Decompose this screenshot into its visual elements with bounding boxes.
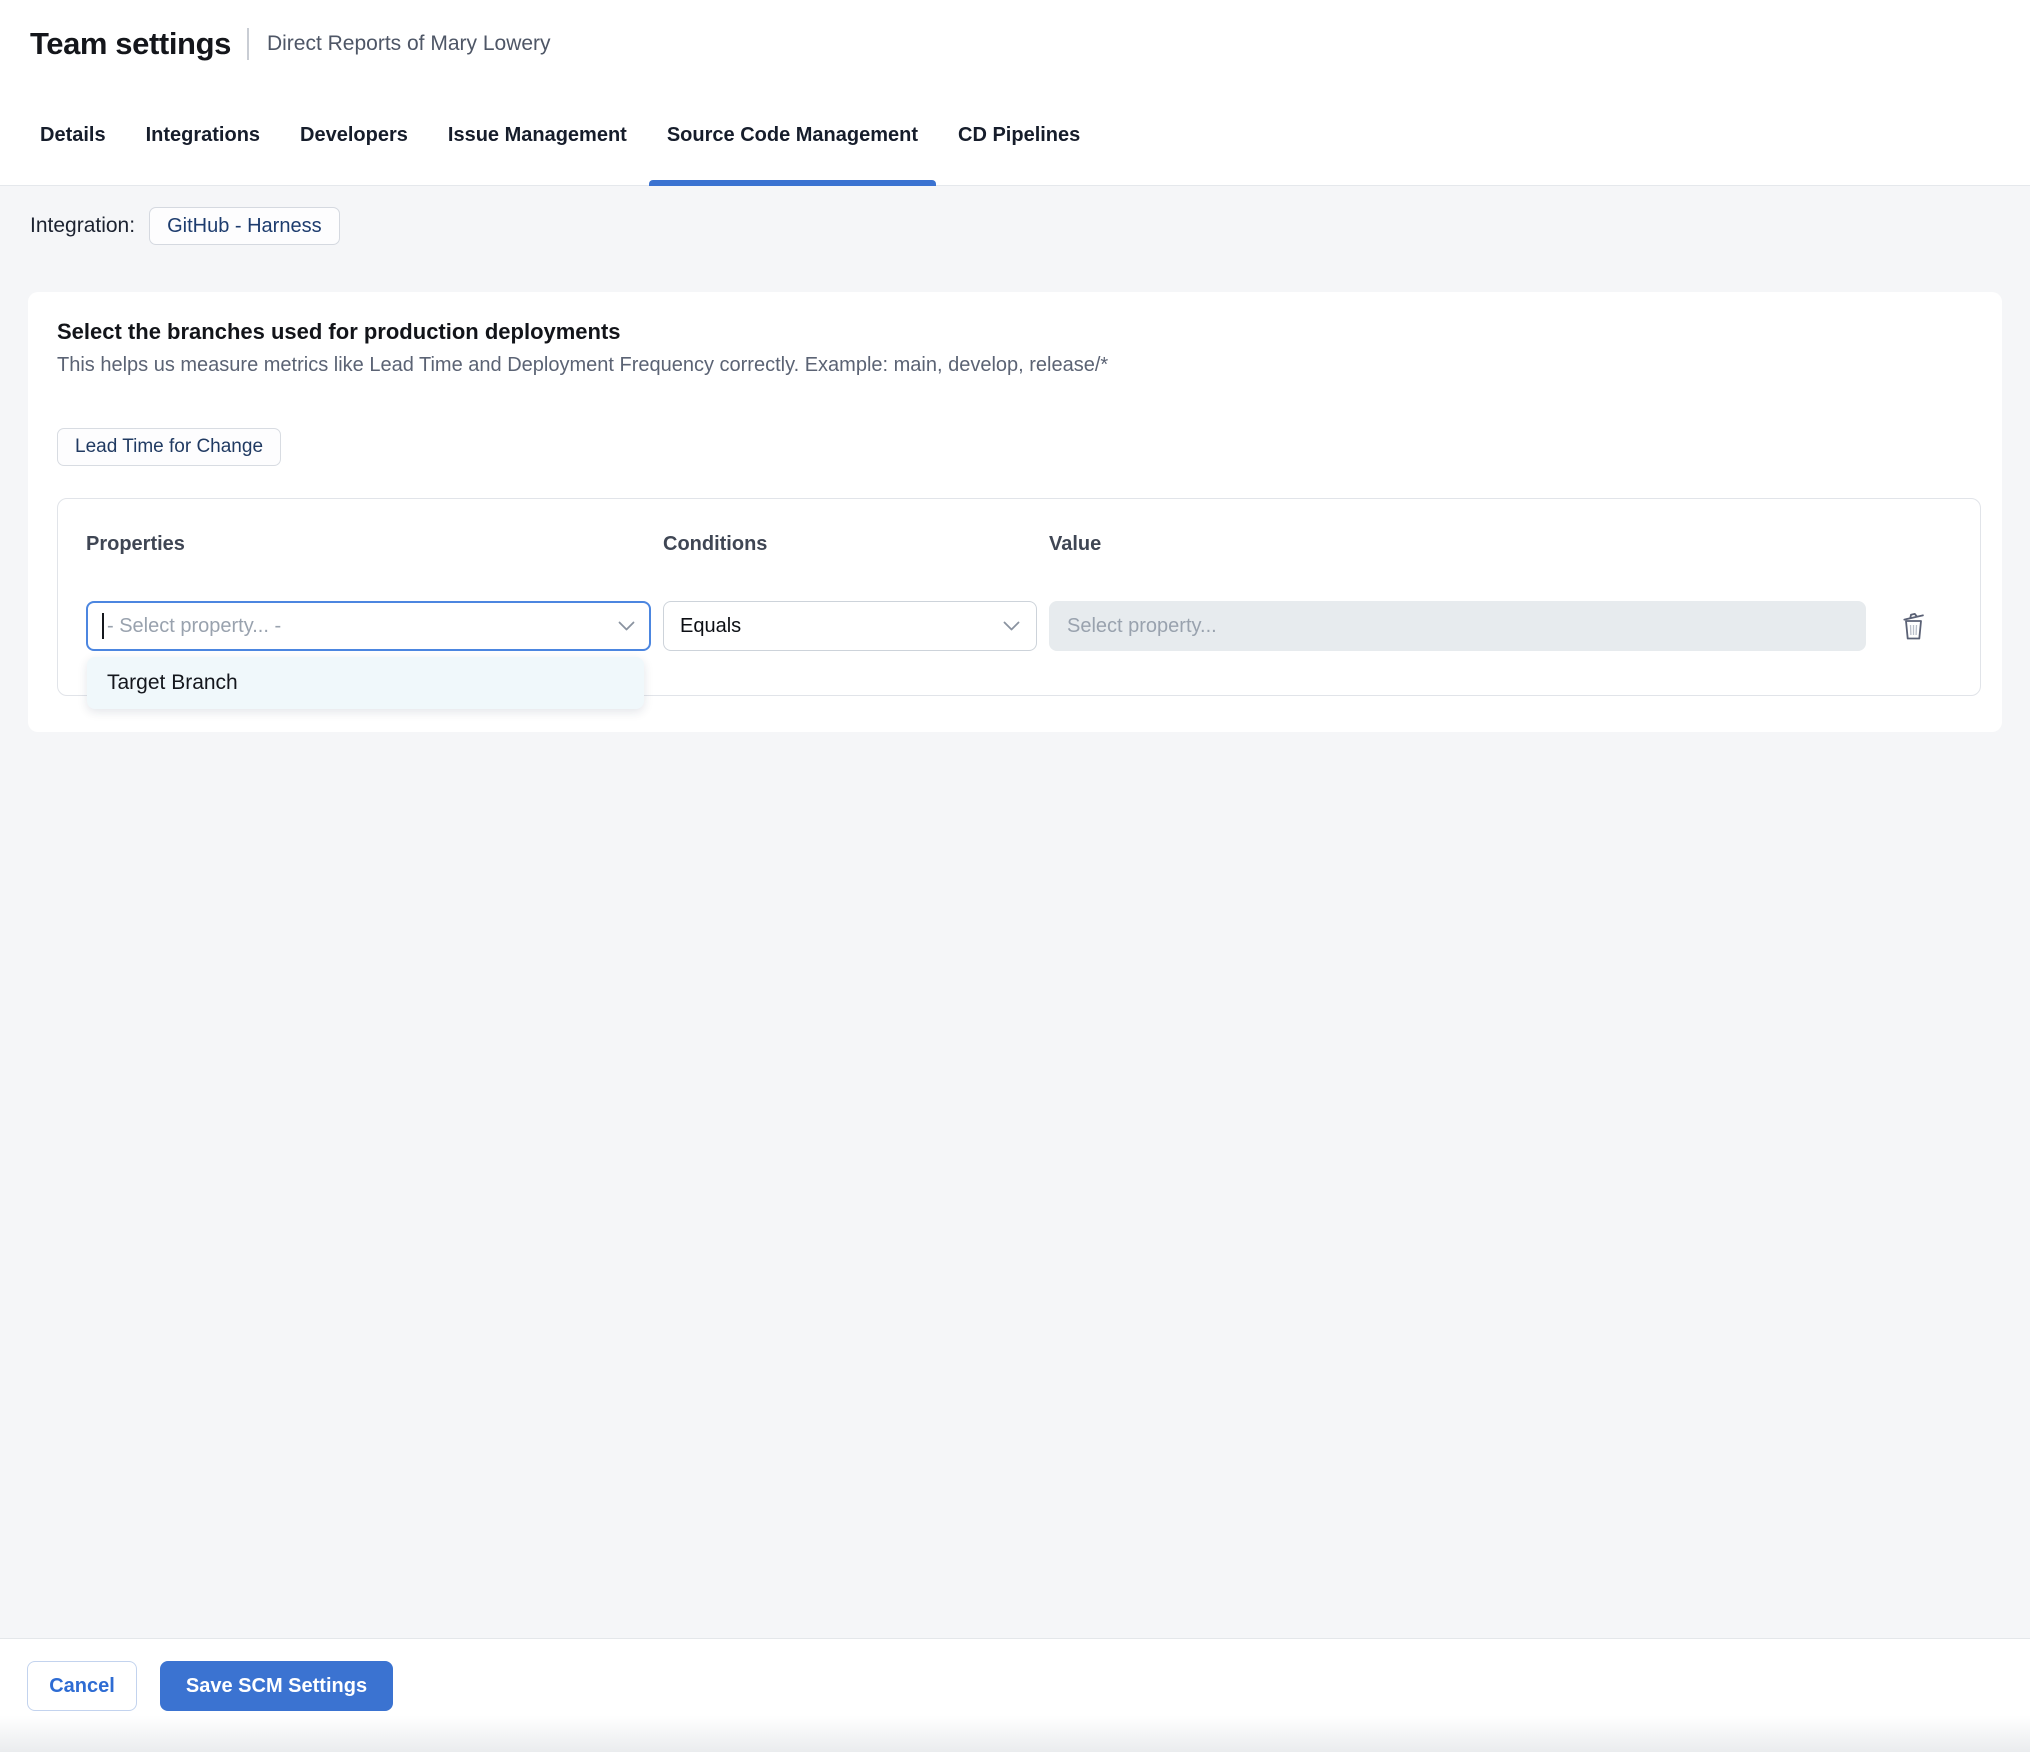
active-tab-underline [648,180,937,186]
tab-developers[interactable]: Developers [282,124,426,185]
page-title: Team settings [30,26,231,61]
value-column-label: Value [1049,533,1102,555]
page-subtitle: Direct Reports of Mary Lowery [266,32,551,55]
card-heading: Select the branches used for production … [57,319,621,344]
integration-chip[interactable]: GitHub - Harness [149,207,340,245]
condition-select-value: Equals [680,614,742,637]
tab-details[interactable]: Details [22,124,124,185]
value-input-placeholder: Select property... [1067,614,1217,637]
text-cursor [102,613,104,639]
integration-label: Integration: [30,214,136,237]
property-select-placeholder: - Select property... - [107,614,282,637]
delete-rule-button[interactable] [1900,609,1927,643]
tab-source-code-management[interactable]: Source Code Management [648,124,937,186]
save-scm-settings-button[interactable]: Save SCM Settings [160,1661,393,1711]
chevron-down-icon [618,621,635,630]
lead-time-for-change-chip[interactable]: Lead Time for Change [57,428,282,466]
integration-row: Integration: GitHub - Harness [30,206,2030,246]
tab-bar: Details Integrations Developers Issue Ma… [0,88,2030,186]
property-select[interactable]: - Select property... - [86,601,651,651]
footer-actions: Cancel Save SCM Settings [0,1638,2030,1752]
tab-cd-pipelines[interactable]: CD Pipelines [940,124,1098,185]
tab-issue-management[interactable]: Issue Management [430,124,645,185]
condition-select[interactable]: Equals [663,601,1037,651]
properties-column-label: Properties [86,533,185,555]
chevron-down-icon [1003,621,1020,630]
branch-rule-panel: Properties Conditions Value - Select pro… [57,498,1981,709]
dropdown-option-target-branch[interactable]: Target Branch [87,657,644,709]
cancel-button[interactable]: Cancel [27,1661,137,1711]
property-dropdown-menu: Target Branch [87,657,644,709]
card-description: This helps us measure metrics like Lead … [57,354,1109,376]
value-input[interactable]: Select property... [1049,601,1866,651]
page-header: Team settings Direct Reports of Mary Low… [0,0,2030,88]
tab-integrations[interactable]: Integrations [128,124,278,185]
scm-settings-card: Select the branches used for production … [28,292,2002,732]
main-content: Integration: GitHub - Harness Select the… [0,186,2030,1638]
trash-icon [1903,612,1924,640]
conditions-column-label: Conditions [663,533,768,555]
title-divider [246,28,249,60]
